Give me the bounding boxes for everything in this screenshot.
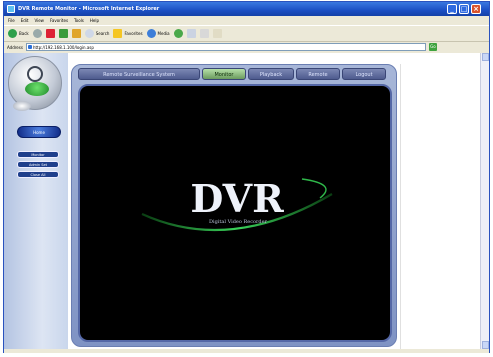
tab-remote-surveillance-system[interactable]: Remote Surveillance System (78, 68, 200, 80)
tab-logout[interactable]: Logout (342, 68, 386, 80)
status-bar (4, 349, 489, 353)
logo-title: DVR (190, 176, 284, 221)
dvr-orb-logo (8, 56, 62, 111)
stop-icon[interactable] (45, 29, 55, 38)
star-icon (113, 29, 123, 38)
tab-monitor[interactable]: Monitor (202, 68, 246, 80)
mail-icon[interactable] (186, 29, 196, 38)
close-all-button[interactable]: Close All (17, 171, 59, 178)
media-button[interactable]: Media (146, 29, 170, 38)
back-arrow-icon (8, 29, 17, 38)
media-icon (146, 29, 156, 38)
search-icon (84, 29, 94, 38)
monitor-button[interactable]: Monitor (17, 151, 59, 158)
address-bar: Address http://192.168.1.100/login.asp G… (4, 42, 489, 52)
maximize-button[interactable]: □ (459, 4, 469, 14)
menu-file[interactable]: File (8, 16, 15, 25)
forward-arrow-icon[interactable] (32, 29, 42, 38)
tab-remote[interactable]: Remote (296, 68, 340, 80)
menu-help[interactable]: Help (90, 16, 99, 25)
page-viewport: Home Monitor Admin Set Close All Remote … (4, 53, 480, 349)
edit-icon[interactable] (212, 29, 222, 38)
favorites-button[interactable]: Favorites (113, 29, 143, 38)
logo-subtitle: Digital Video Recorder (209, 219, 268, 225)
page-icon (27, 45, 32, 49)
power-icon (27, 66, 43, 82)
right-blank-pane (400, 64, 480, 349)
scroll-up-icon[interactable] (482, 53, 489, 61)
home-button[interactable]: Home (17, 126, 61, 138)
logo-swoosh-tail (301, 178, 327, 199)
close-button[interactable]: × (471, 4, 481, 14)
go-button[interactable]: Go (428, 43, 437, 51)
search-button[interactable]: Search (84, 29, 109, 38)
scroll-down-icon[interactable] (482, 341, 489, 349)
green-lens-icon (25, 82, 49, 96)
browser-window: DVR Remote Monitor - Microsoft Internet … (3, 1, 490, 353)
address-input[interactable]: http://192.168.1.100/login.asp (25, 43, 426, 51)
menu-edit[interactable]: Edit (21, 16, 29, 25)
refresh-icon[interactable] (58, 29, 68, 38)
minimize-button[interactable]: _ (447, 4, 457, 14)
menu-favorites[interactable]: Favorites (50, 16, 68, 25)
tab-bar: Remote Surveillance System Monitor Playb… (78, 68, 390, 80)
title-bar: DVR Remote Monitor - Microsoft Internet … (4, 2, 489, 16)
menu-tools[interactable]: Tools (74, 16, 84, 25)
video-screen[interactable]: DVR Digital Video Recorder (78, 84, 392, 342)
dvr-logo: DVR Digital Video Recorder (141, 176, 333, 232)
home-icon[interactable] (71, 29, 81, 38)
main-panel: Remote Surveillance System Monitor Playb… (71, 64, 397, 347)
toolbar: Back Search Favorites Media (4, 25, 489, 42)
address-label: Address (7, 44, 23, 50)
tab-playback[interactable]: Playback (248, 68, 294, 80)
menu-bar: File Edit View Favorites Tools Help (4, 16, 489, 25)
ie-icon (7, 5, 15, 13)
app-sidebar: Home Monitor Admin Set Close All (4, 53, 68, 349)
menu-view[interactable]: View (34, 16, 44, 25)
small-orb-icon (13, 101, 31, 111)
print-icon[interactable] (199, 29, 209, 38)
vertical-scrollbar[interactable] (480, 53, 489, 349)
window-title: DVR Remote Monitor - Microsoft Internet … (18, 6, 160, 12)
back-button[interactable]: Back (8, 29, 29, 38)
admin-set-button[interactable]: Admin Set (17, 161, 59, 168)
history-icon[interactable] (173, 29, 183, 38)
